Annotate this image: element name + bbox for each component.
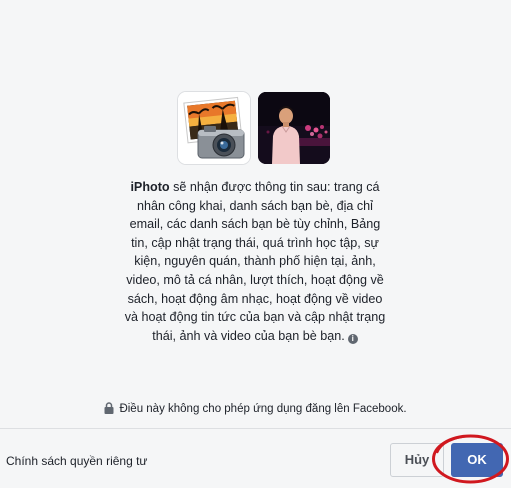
notice-text: Điều này không cho phép ứng dụng đăng lê… xyxy=(119,403,407,415)
ok-button[interactable]: OK xyxy=(451,443,503,477)
app-icons-row xyxy=(178,92,330,164)
permission-message: iPhoto sẽ nhận được thông tin sau: trang… xyxy=(80,178,430,345)
iphoto-app-icon xyxy=(178,92,250,164)
message-line: tin, cập nhật trạng thái, quá trình học … xyxy=(131,235,379,250)
privacy-policy-link[interactable]: Chính sách quyền riêng tư xyxy=(6,454,147,468)
posting-notice: Điều này không cho phép ứng dụng đăng lê… xyxy=(0,402,511,417)
message-line: và hoạt động tin tức của bạn và cập nhật… xyxy=(124,310,386,325)
user-profile-photo xyxy=(258,92,330,164)
message-line: nhân công khai, danh sách bạn bè, địa ch… xyxy=(137,198,373,213)
message-line: sẽ nhận được thông tin sau: trang cá xyxy=(169,180,380,194)
message-line: sách, hoạt động âm nhạc, hoạt động về vi… xyxy=(127,291,383,306)
message-line: thái, ảnh và video của bạn bè bạn. xyxy=(152,328,345,343)
app-name: iPhoto xyxy=(130,180,170,194)
cancel-button[interactable]: Hủy xyxy=(390,443,444,477)
message-line: video, mô tả cá nhân, lượt thích, hoạt đ… xyxy=(126,272,384,287)
permission-dialog: iPhoto sẽ nhận được thông tin sau: trang… xyxy=(0,0,511,488)
message-line: kiện, nguyên quán, thành phố hiện tại, ả… xyxy=(134,254,376,269)
message-line: email, các danh sách bạn bè tùy chỉnh, B… xyxy=(129,217,381,232)
info-icon[interactable]: i xyxy=(347,333,358,344)
footer-divider xyxy=(0,428,511,429)
lock-icon xyxy=(104,402,114,417)
